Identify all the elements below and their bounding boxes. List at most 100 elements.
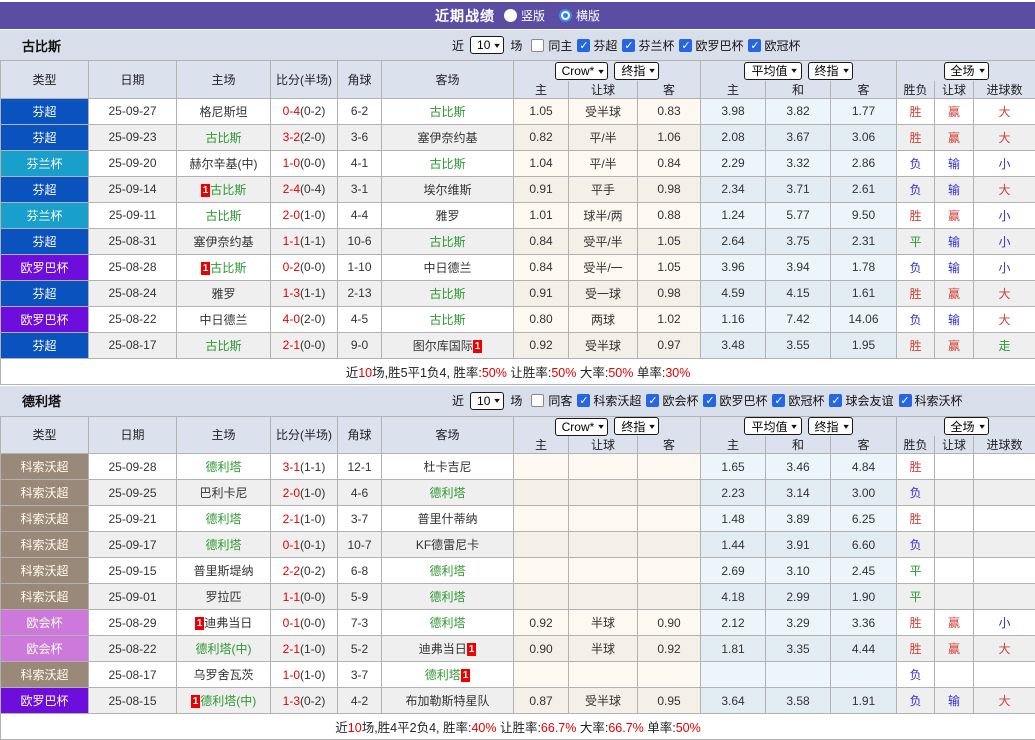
- subcolumn-header: 进球数: [974, 81, 1035, 99]
- column-header-日期: 日期: [89, 416, 177, 454]
- match-row: 芬超25-08-17古比斯2-1(0-0)9-0图尔库国际10.92受半球0.9…: [1, 332, 1035, 358]
- score-cell: 1-0(1-0): [271, 662, 338, 688]
- league-checkbox-1[interactable]: ✓: [622, 39, 635, 52]
- home-team: 格尼斯坦: [199, 105, 247, 119]
- half-score: (0-0): [300, 260, 325, 274]
- full-score: 0-4: [283, 104, 300, 118]
- chevron-down-icon: ▾: [792, 422, 798, 431]
- avg-time-select[interactable]: 终指▾: [808, 417, 853, 435]
- home-cell: 1古比斯: [177, 176, 271, 202]
- odds-time-select[interactable]: 终指▾: [614, 62, 659, 80]
- goals-verdict: 小: [974, 150, 1035, 176]
- rounds-select[interactable]: 10▾: [470, 392, 504, 410]
- home-cell: 德利塔: [177, 532, 271, 558]
- avg-time-select[interactable]: 终指▾: [808, 62, 853, 80]
- result-verdict: 负: [897, 176, 935, 202]
- away-cell: 杜卡吉尼: [382, 454, 514, 480]
- asia-away-odds: 0.98: [638, 176, 701, 202]
- odds-time-select[interactable]: 终指▾: [614, 417, 659, 435]
- away-cell: 雅罗: [382, 202, 514, 228]
- asia-handicap: 受半球: [569, 98, 638, 124]
- asia-home-odds: 0.91: [514, 176, 569, 202]
- league-checkbox-0[interactable]: ✓: [577, 39, 590, 52]
- avg-draw-odds: 3.10: [766, 558, 831, 584]
- league-checkbox-5[interactable]: ✓: [899, 394, 912, 407]
- handicap-verdict: 输: [935, 306, 974, 332]
- red-card-badge: 1: [467, 643, 477, 656]
- home-cell: 雅罗: [177, 280, 271, 306]
- league-cell: 芬超: [1, 332, 89, 358]
- half-score: (1-0): [300, 642, 325, 656]
- avg-draw-odds: 3.82: [766, 98, 831, 124]
- summary-segment: 大率:: [576, 366, 608, 380]
- summary-segment: 40%: [471, 721, 496, 735]
- summary-segment: 10: [358, 366, 372, 380]
- subcolumn-header: 让球: [569, 81, 638, 99]
- subcolumn-header: 主: [514, 81, 569, 99]
- half-score: (0-0): [300, 338, 325, 352]
- asia-home-odds: [514, 454, 569, 480]
- column-header-客场: 客场: [382, 416, 514, 454]
- away-team: 德利塔: [425, 668, 461, 682]
- goals-verdict: [974, 584, 1035, 610]
- league-checkbox-1[interactable]: ✓: [646, 394, 659, 407]
- home-team: 巴利卡尼: [199, 486, 247, 500]
- asia-home-odds: 1.01: [514, 202, 569, 228]
- odds-source-select[interactable]: Crow*▾: [555, 62, 609, 80]
- avg-draw-odds: 7.42: [766, 306, 831, 332]
- scope-select[interactable]: 全场▾: [944, 417, 989, 435]
- corner-cell: 6-2: [338, 98, 382, 124]
- odds-source-select[interactable]: Crow*▾: [555, 418, 609, 436]
- score-cell: 0-1(0-0): [271, 610, 338, 636]
- avg-draw-odds: 3.89: [766, 506, 831, 532]
- half-score: (1-0): [300, 512, 325, 526]
- league-checkbox-0[interactable]: ✓: [577, 394, 590, 407]
- same-venue-checkbox[interactable]: [531, 39, 544, 52]
- handicap-verdict: [935, 558, 974, 584]
- same-venue-checkbox[interactable]: [531, 394, 544, 407]
- avg-source-select[interactable]: 平均值▾: [744, 62, 801, 80]
- subcolumn-header: 主: [514, 436, 569, 454]
- full-score: 0-1: [283, 616, 300, 630]
- column-header-类型: 类型: [1, 416, 89, 454]
- rounds-select[interactable]: 10▾: [470, 36, 504, 54]
- half-score: (0-2): [300, 694, 325, 708]
- score-cell: 0-2(0-0): [271, 254, 338, 280]
- layout-radio-item-0: 竖版: [504, 7, 545, 24]
- half-score: (1-0): [300, 668, 325, 682]
- radio-button-icon[interactable]: [504, 9, 517, 22]
- away-cell: 图尔库国际1: [382, 332, 514, 358]
- avg-draw-odds: 3.46: [766, 454, 831, 480]
- score-cell: 1-1(1-1): [271, 228, 338, 254]
- date-cell: 25-09-28: [89, 454, 177, 480]
- summary-segment: 场,胜4平2负4, 胜率:: [362, 721, 472, 735]
- avg-home-odds: 2.08: [701, 124, 766, 150]
- match-row: 芬超25-08-24雅罗1-3(1-1)2-13古比斯0.91受一球0.984.…: [1, 280, 1035, 306]
- radio-button-icon[interactable]: [559, 9, 572, 22]
- avg-draw-odds: 3.94: [766, 254, 831, 280]
- home-cell: 1迪弗当日: [177, 610, 271, 636]
- section-header-bar: 古比斯近10▾场同主✓芬超✓芬兰杯✓欧罗巴杯✓欧冠杯: [0, 29, 1035, 60]
- home-team: 古比斯: [205, 131, 241, 145]
- league-checkbox-2[interactable]: ✓: [679, 39, 692, 52]
- avg-home-odds: 4.18: [701, 584, 766, 610]
- date-cell: 25-09-11: [89, 202, 177, 228]
- league-checkbox-4[interactable]: ✓: [829, 394, 842, 407]
- avg-home-odds: 3.48: [701, 332, 766, 358]
- league-checkbox-label: 欧罗巴杯: [719, 392, 767, 409]
- asia-handicap: 两球: [569, 306, 638, 332]
- avg-away-odds: 3.36: [831, 610, 897, 636]
- date-cell: 25-09-17: [89, 532, 177, 558]
- asia-handicap: [569, 662, 638, 688]
- scope-select[interactable]: 全场▾: [944, 62, 989, 80]
- rounds-select-value: 10: [477, 38, 490, 52]
- league-checkbox-3[interactable]: ✓: [748, 39, 761, 52]
- section-header-bar: 德利塔近10▾场同客✓科索沃超✓欧会杯✓欧罗巴杯✓欧冠杯✓球会友谊✓科索沃杯: [0, 385, 1035, 416]
- table-body: 芬超25-09-27格尼斯坦0-4(0-2)6-2古比斯1.05受半球0.833…: [1, 98, 1035, 384]
- avg-source-select-value: 平均值: [751, 62, 787, 79]
- avg-source-select[interactable]: 平均值▾: [744, 417, 801, 435]
- league-checkbox-2[interactable]: ✓: [703, 394, 716, 407]
- league-checkbox-3[interactable]: ✓: [772, 394, 785, 407]
- subcolumn-header: 让球: [569, 436, 638, 454]
- summary-row: 近10场,胜4平2负4, 胜率:40% 让胜率:66.7% 大率:66.7% 单…: [1, 714, 1035, 740]
